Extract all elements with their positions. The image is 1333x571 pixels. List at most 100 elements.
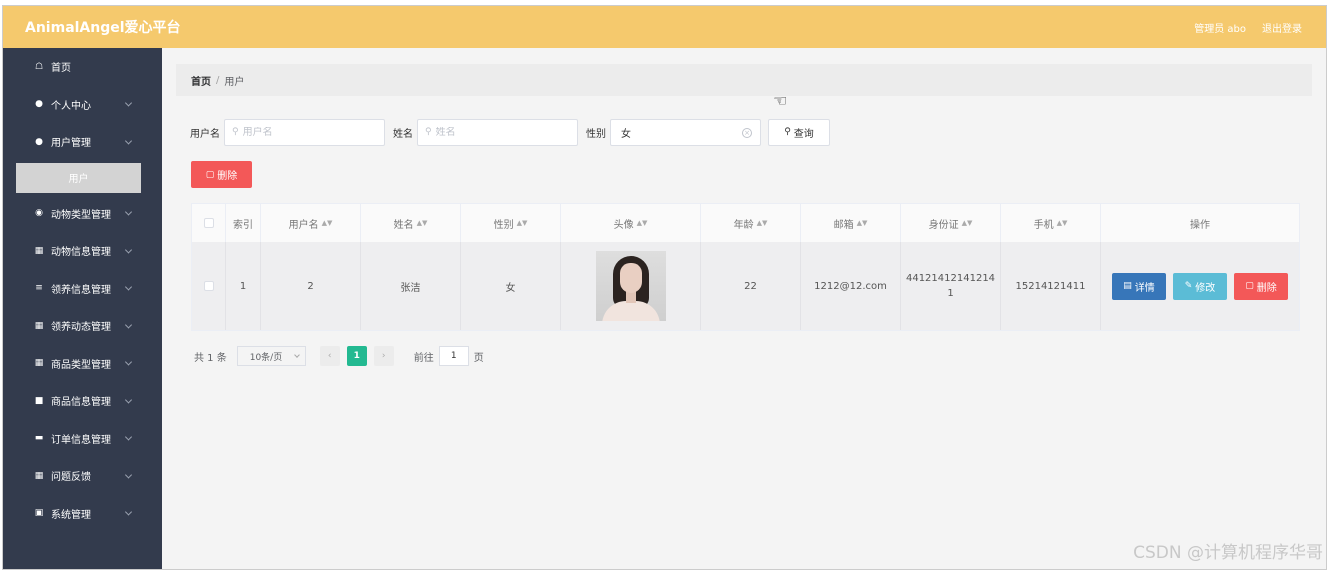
search-icon: ⚲	[425, 127, 432, 137]
sidebar-item-label: 问题反馈	[51, 472, 91, 484]
breadcrumb-separator: /	[216, 74, 220, 86]
pin-icon: ◉	[35, 208, 43, 219]
column-header-label: 头像	[613, 219, 634, 231]
sort-icon[interactable]: ▲▼	[1057, 219, 1068, 227]
column-header-age[interactable]: 年龄 ▲▼	[701, 204, 801, 242]
grid-icon: ▦	[34, 245, 44, 256]
sort-icon[interactable]: ▲▼	[757, 219, 768, 227]
chevron-down-icon	[124, 321, 133, 329]
sidebar-item-feedback[interactable]: ▦ 问题反馈	[3, 457, 162, 495]
sidebar-item-label: 商品类型管理	[51, 359, 111, 371]
main-content: 首页 / 用户 用户名 ⚲ 姓名 ⚲ 性别 女 × ⚲ 查询	[162, 48, 1326, 569]
sidebar: ☖ 首页 ● 个人中心 ● 用户管理 用户 ◉ 动物类型管理 ▦ 动物信息管理 …	[3, 48, 162, 569]
name-label: 姓名	[393, 128, 413, 140]
column-header-username[interactable]: 用户名 ▲▼	[261, 204, 361, 242]
column-header-gender[interactable]: 性别 ▲▼	[461, 204, 561, 242]
row-delete-button[interactable]: ▢ 删除	[1234, 272, 1288, 300]
name-input[interactable]	[435, 126, 556, 138]
column-header-avatar[interactable]: 头像 ▲▼	[561, 204, 701, 242]
sidebar-item-label: 用户管理	[51, 138, 91, 150]
page-size-select[interactable]: 10条/页	[236, 346, 306, 366]
cell-gender: 女	[461, 242, 561, 330]
grid-icon: ▦	[34, 358, 44, 369]
select-all-checkbox[interactable]	[203, 218, 214, 228]
sidebar-item-label: 个人中心	[51, 100, 91, 112]
column-header-name[interactable]: 姓名 ▲▼	[361, 204, 461, 242]
sort-icon[interactable]: ▲▼	[417, 219, 428, 227]
username-input[interactable]	[242, 126, 363, 138]
sidebar-item-adoption-news[interactable]: ▦ 领养动态管理	[3, 307, 162, 345]
list-icon: ≡	[35, 283, 43, 294]
gender-select[interactable]: 女 ×	[610, 118, 761, 146]
home-icon: ☖	[34, 61, 44, 72]
user-table: 索引 用户名 ▲▼ 姓名 ▲▼ 性别 ▲▼ 头像 ▲▼ 年龄 ▲▼ 邮箱 ▲▼ …	[191, 203, 1300, 331]
pencil-icon: ✎	[1184, 281, 1193, 291]
sort-icon[interactable]: ▲▼	[962, 219, 973, 227]
column-header-label: 索引	[233, 219, 253, 231]
sort-icon[interactable]: ▲▼	[857, 219, 868, 227]
clear-icon[interactable]: ×	[742, 127, 752, 138]
gender-select-value: 女	[621, 128, 631, 140]
goto-prefix: 前往	[413, 352, 434, 364]
breadcrumb-home[interactable]: 首页	[191, 73, 211, 88]
chevron-down-icon	[124, 99, 133, 107]
avatar	[595, 251, 666, 321]
goto-page-input[interactable]: 1	[438, 346, 469, 366]
page-size-value: 10条/页	[249, 352, 283, 363]
grid-icon: ▦	[34, 320, 44, 331]
sidebar-item-adoption-info[interactable]: ≡ 领养信息管理	[3, 270, 162, 308]
sidebar-item-personal-center[interactable]: ● 个人中心	[3, 86, 162, 124]
edit-button[interactable]: ✎ 修改	[1173, 272, 1227, 300]
select-all-cell	[192, 204, 226, 242]
name-input-wrapper: ⚲	[417, 118, 578, 146]
sort-icon[interactable]: ▲▼	[637, 219, 648, 227]
page-jump: 前往 1 页	[414, 346, 484, 366]
chevron-down-icon	[124, 246, 133, 254]
sidebar-item-order-info[interactable]: ▬ 订单信息管理	[3, 420, 162, 458]
chevron-down-icon	[124, 283, 133, 291]
sidebar-item-label: 系统管理	[51, 509, 91, 521]
logout-link[interactable]: 退出登录	[1262, 20, 1302, 35]
batch-delete-button[interactable]: ▢ 删除	[191, 161, 252, 188]
prev-page-button[interactable]: ‹	[319, 346, 340, 366]
column-header-label: 手机	[1033, 219, 1054, 231]
sidebar-item-product-info[interactable]: ■ 商品信息管理	[3, 382, 162, 420]
pagination-total: 共 1 条	[194, 352, 227, 364]
row-delete-label: 删除	[1256, 282, 1277, 294]
app-frame: AnimalAngel爱心平台 管理员 abo 退出登录 ☖ 首页 ● 个人中心…	[2, 5, 1327, 570]
user-icon: ●	[35, 136, 43, 147]
search-icon: ⚲	[232, 127, 239, 137]
detail-button[interactable]: ▤ 详情	[1112, 272, 1166, 300]
sidebar-item-animal-info[interactable]: ▦ 动物信息管理	[3, 232, 162, 270]
batch-delete-label: 删除	[217, 171, 238, 182]
sidebar-item-label: 商品信息管理	[51, 397, 111, 409]
page-button-current[interactable]: 1	[346, 346, 367, 366]
sort-icon[interactable]: ▲▼	[517, 219, 528, 227]
square-icon: ■	[34, 395, 44, 406]
column-header-email[interactable]: 邮箱 ▲▼	[801, 204, 901, 242]
sidebar-item-product-type[interactable]: ▦ 商品类型管理	[3, 345, 162, 383]
sidebar-item-label: 订单信息管理	[51, 434, 111, 446]
detail-button-label: 详情	[1134, 282, 1155, 294]
row-checkbox[interactable]	[203, 281, 214, 291]
next-page-button[interactable]: ›	[373, 346, 394, 366]
cell-phone: 15214121411	[1001, 242, 1101, 330]
sort-icon[interactable]: ▲▼	[322, 219, 333, 227]
chevron-down-icon	[124, 358, 133, 366]
admin-user-link[interactable]: 管理员 abo	[1194, 20, 1246, 35]
cell-name: 张洁	[361, 242, 461, 330]
clipboard-icon: ▣	[34, 508, 44, 519]
grid-icon: ▦	[34, 470, 44, 481]
query-button[interactable]: ⚲ 查询	[768, 118, 830, 146]
sidebar-item-home[interactable]: ☖ 首页	[3, 48, 162, 86]
column-header-phone[interactable]: 手机 ▲▼	[1001, 204, 1101, 242]
column-header-id-card[interactable]: 身份证 ▲▼	[901, 204, 1001, 242]
sidebar-subitem-users[interactable]: 用户	[16, 162, 141, 193]
cell-avatar	[561, 242, 701, 330]
watermark: CSDN @计算机程序华哥	[1133, 543, 1323, 563]
table-row: 1 2 张洁 女 22 1212@12.com 44121412141214 1…	[192, 242, 1299, 330]
sidebar-item-system[interactable]: ▣ 系统管理	[3, 495, 162, 533]
search-bar: 用户名 ⚲ 姓名 ⚲ 性别 女 × ⚲ 查询	[190, 118, 830, 146]
sidebar-item-user-management[interactable]: ● 用户管理	[3, 123, 162, 161]
sidebar-item-animal-type[interactable]: ◉ 动物类型管理	[3, 195, 162, 233]
